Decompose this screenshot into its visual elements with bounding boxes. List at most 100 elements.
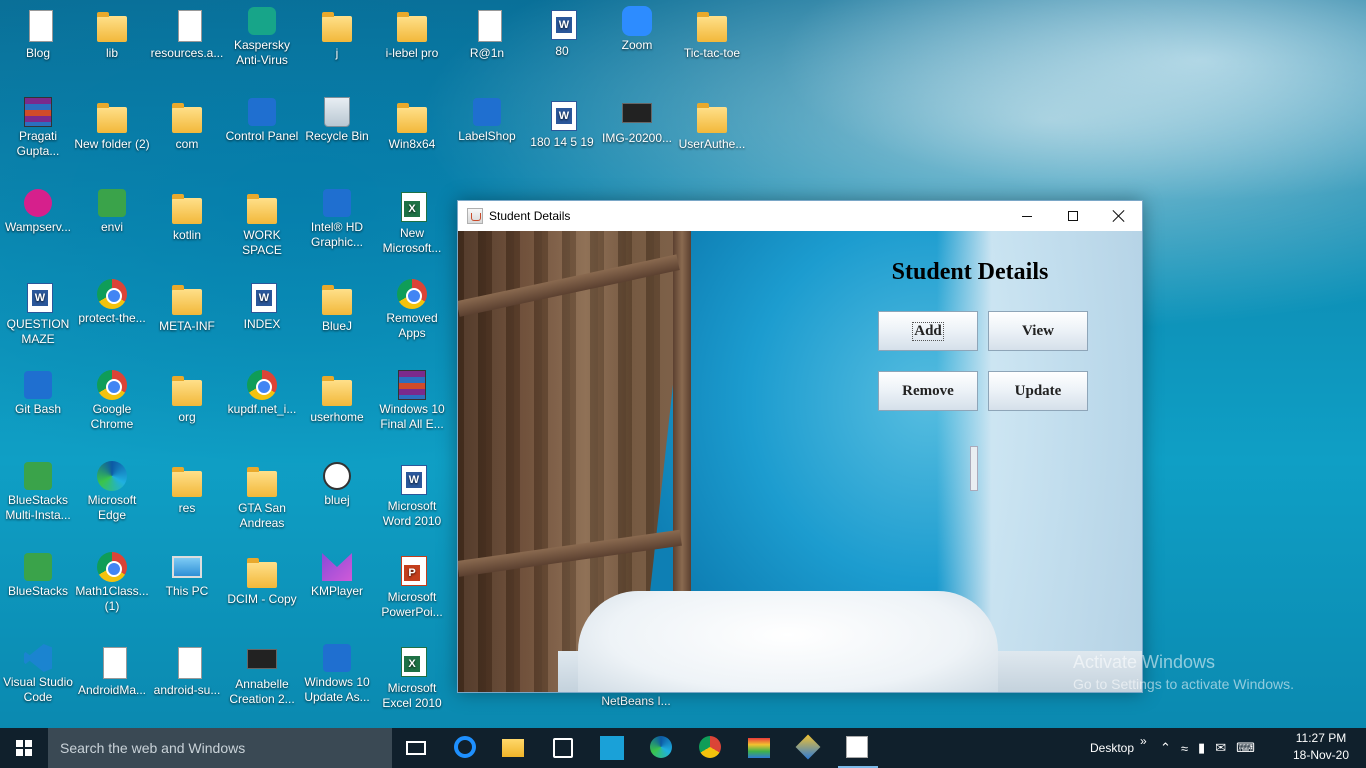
minimize-button[interactable]	[1004, 201, 1050, 231]
start-button[interactable]	[0, 728, 48, 768]
battery-icon[interactable]: ▮	[1198, 740, 1205, 756]
chrome-icon	[97, 279, 127, 309]
desktop-icon-index[interactable]: INDEX	[224, 277, 300, 365]
desktop-icon-work-space[interactable]: WORK SPACE	[224, 186, 300, 274]
desktop-icon-userhome[interactable]: userhome	[299, 368, 375, 456]
desktop-icon-ilebel[interactable]: i-lebel pro	[374, 4, 450, 92]
desktop-icon-kupdf[interactable]: kupdf.net_i...	[224, 368, 300, 456]
desktop-icon-kaspersky[interactable]: Kaspersky Anti-Virus	[224, 4, 300, 92]
desktop-icon-protect-the[interactable]: protect-the...	[74, 277, 150, 365]
desktop-icon-win10-update[interactable]: Windows 10 Update As...	[299, 641, 375, 729]
desktop-icon-blog[interactable]: Blog	[0, 4, 76, 92]
settings-app-icon[interactable]	[600, 736, 624, 760]
desktop-icon-80[interactable]: 80	[524, 4, 600, 92]
desktop-icon-label: envi	[100, 220, 123, 234]
task-view-icon[interactable]	[404, 736, 428, 760]
desktop-icon-question-maze[interactable]: QUESTION MAZE	[0, 277, 76, 365]
chevron-up-icon[interactable]: ⌃	[1160, 740, 1171, 756]
desktop-icon-control-panel[interactable]: Control Panel	[224, 95, 300, 183]
desktop-icon-annabelle[interactable]: Annabelle Creation 2...	[224, 641, 300, 729]
store-icon[interactable]	[551, 736, 575, 760]
ie-taskbar-icon[interactable]	[454, 736, 478, 760]
notification-icon[interactable]: ✉	[1215, 740, 1226, 756]
chrome-icon	[97, 370, 127, 400]
desktop-icon-excel-2010[interactable]: Microsoft Excel 2010	[374, 641, 450, 729]
folder-icon	[247, 467, 277, 497]
maximize-button[interactable]	[1050, 201, 1096, 231]
desktop-icon-bluej[interactable]: bluej	[299, 459, 375, 547]
desktop-icon-bluej-folder[interactable]: BlueJ	[299, 277, 375, 365]
desktop-icon-lib[interactable]: lib	[74, 4, 150, 92]
desktop-icon-vscode[interactable]: Visual Studio Code	[0, 641, 76, 729]
desktop-icon-dcim-copy[interactable]: DCIM - Copy	[224, 550, 300, 638]
desktop-icon-bluestacks[interactable]: BlueStacks	[0, 550, 76, 638]
desktop-icon-windows-10-final[interactable]: Windows 10 Final All E...	[374, 368, 450, 456]
desktop-icon-powerpoint[interactable]: Microsoft PowerPoi...	[374, 550, 450, 638]
desktop-icon-git-bash[interactable]: Git Bash	[0, 368, 76, 456]
desktop-icon-kotlin[interactable]: kotlin	[149, 186, 225, 274]
desktop-icon-android-su[interactable]: android-su...	[149, 641, 225, 729]
search-placeholder: Search the web and Windows	[60, 740, 246, 756]
desktop-icon-androidma[interactable]: AndroidMa...	[74, 641, 150, 729]
folder-icon	[322, 285, 352, 315]
java-taskbar-icon[interactable]	[846, 736, 870, 760]
desktop-icon-labelshop[interactable]: LabelShop	[449, 95, 525, 183]
desktop-icon-com[interactable]: com	[149, 95, 225, 183]
desktop-icon-pragati[interactable]: Pragati Gupta...	[0, 95, 76, 183]
toolbar-chevron[interactable]: »	[1140, 734, 1147, 748]
update-button[interactable]: Update	[988, 371, 1088, 411]
desktop-icon-res[interactable]: res	[149, 459, 225, 547]
add-button[interactable]: Add	[878, 311, 978, 351]
desktop-icon-gta[interactable]: GTA San Andreas	[224, 459, 300, 547]
image-file-icon	[622, 103, 652, 123]
desktop-icon-envi[interactable]: envi	[74, 186, 150, 274]
bluestacks-taskbar-icon[interactable]	[748, 736, 772, 760]
view-button[interactable]: View	[988, 311, 1088, 351]
desktop-icon-meta-inf[interactable]: META-INF	[149, 277, 225, 365]
desktop-icon-userauthe[interactable]: UserAuthe...	[674, 95, 750, 183]
winrar-icon	[398, 370, 426, 400]
desktop-icon-bluestacks-multi[interactable]: BlueStacks Multi-Insta...	[0, 459, 76, 547]
desktop-icon-kmplayer[interactable]: KMPlayer	[299, 550, 375, 638]
desktop-icon-win8x64[interactable]: Win8x64	[374, 95, 450, 183]
desktop-icon-word-2010[interactable]: Microsoft Word 2010	[374, 459, 450, 547]
desktop-icon-label: WORK SPACE	[242, 228, 282, 257]
desktop-icon-intel-hd[interactable]: Intel® HD Graphic...	[299, 186, 375, 274]
video-file-icon	[247, 649, 277, 669]
desktop-icon-this-pc[interactable]: This PC	[149, 550, 225, 638]
desktop-icon-microsoft-edge[interactable]: Microsoft Edge	[74, 459, 150, 547]
wifi-icon[interactable]: ≈	[1181, 741, 1188, 756]
desktop-icon-label: Kaspersky Anti-Virus	[233, 38, 291, 67]
window-titlebar[interactable]: Student Details	[458, 201, 1142, 231]
desktop-icon-tictactoe[interactable]: Tic-tac-toe	[674, 4, 750, 92]
virtualbox-taskbar-icon[interactable]	[795, 734, 821, 760]
desktop-icon-img-2020[interactable]: IMG-20200...	[599, 95, 675, 183]
desktop-icon-netbeans-label[interactable]: NetBeans I...	[596, 694, 676, 708]
desktop-icon-new-microsoft[interactable]: New Microsoft...	[374, 186, 450, 274]
desktop-icon-resources[interactable]: resources.a...	[149, 4, 225, 92]
desktop-icon-new-folder-2[interactable]: New folder (2)	[74, 95, 150, 183]
search-box[interactable]: Search the web and Windows	[48, 728, 392, 768]
remove-button[interactable]: Remove	[878, 371, 978, 411]
desktop-icon-org[interactable]: org	[149, 368, 225, 456]
edge-taskbar-icon[interactable]	[650, 736, 674, 760]
desktop-icon-r1n[interactable]: R@1n	[449, 4, 525, 92]
desktop-icon-google-chrome[interactable]: Google Chrome	[74, 368, 150, 456]
keyboard-icon[interactable]: ⌨	[1236, 740, 1255, 756]
file-explorer-icon[interactable]	[502, 736, 526, 760]
desktop-icon-j[interactable]: j	[299, 4, 375, 92]
desktop-icon-math1class[interactable]: Math1Class... (1)	[74, 550, 150, 638]
watermark-subtitle: Go to Settings to activate Windows.	[1073, 676, 1294, 692]
desktop-toolbar-label[interactable]: Desktop	[1090, 741, 1134, 755]
desktop-icon-label: GTA San Andreas	[238, 501, 286, 530]
desktop-icon-wampserver[interactable]: Wampserv...	[0, 186, 76, 274]
desktop-icon-recycle-bin[interactable]: Recycle Bin	[299, 95, 375, 183]
desktop-icon-180-14-5-19[interactable]: 180 14 5 19	[524, 95, 600, 183]
desktop-icon-label: Recycle Bin	[305, 129, 369, 143]
chrome-taskbar-icon[interactable]	[699, 736, 723, 760]
desktop-icon-removed-apps[interactable]: Removed Apps	[374, 277, 450, 365]
close-button[interactable]	[1096, 201, 1142, 231]
taskbar-clock[interactable]: 11:27 PM 18-Nov-20	[1286, 730, 1356, 764]
desktop-icon-zoom[interactable]: Zoom	[599, 4, 675, 92]
window-title: Student Details	[489, 209, 571, 223]
